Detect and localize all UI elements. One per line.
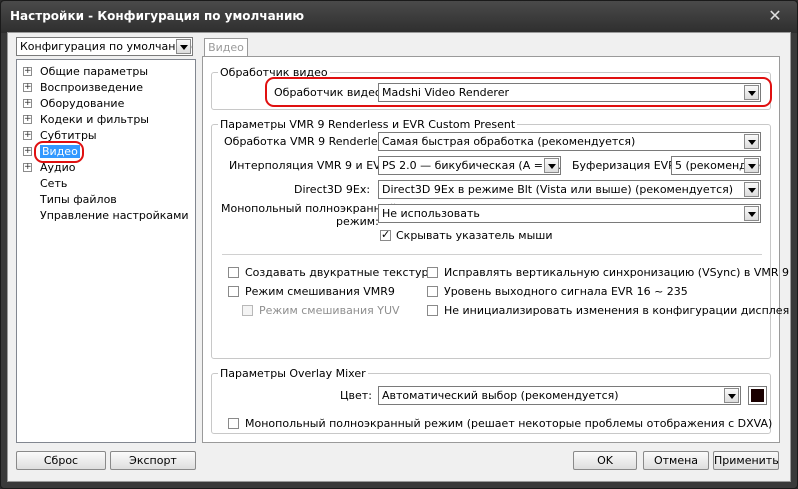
color-swatch-icon — [751, 389, 764, 402]
vmr-evr-group: Параметры VMR 9 Renderless и EVR Custom … — [211, 118, 789, 359]
color-swatch-button[interactable] — [748, 386, 767, 405]
expand-icon[interactable]: + — [23, 163, 32, 172]
double-textures-label: Создавать двукратные текстуры — [245, 266, 438, 279]
d3d-label: Direct3D 9Ex: — [294, 183, 371, 196]
fullscreen-select[interactable]: Не использовать — [378, 204, 761, 223]
tree-item-label: Управление настройками — [40, 209, 189, 222]
group-title: Параметры VMR 9 Renderless и EVR Custom … — [218, 118, 518, 131]
color-select-value: Автоматический выбор (рекомендуется) — [382, 389, 619, 402]
fullscreen-label: Монопольный полноэкранный — [221, 202, 397, 215]
chevron-down-icon[interactable] — [744, 158, 759, 173]
vsync-checkbox[interactable] — [427, 267, 438, 278]
chevron-down-icon[interactable] — [544, 158, 559, 173]
chevron-down-icon[interactable] — [744, 206, 759, 221]
reset-button[interactable]: Сброс — [16, 451, 106, 470]
vmr9-mixing-label: Режим смешивания VMR9 — [245, 285, 395, 298]
hide-cursor-label: Скрывать указатель мыши — [396, 229, 553, 242]
config-select-value: Конфигурация по умолчанию — [20, 40, 192, 53]
settings-tree: + Общие параметры + Воспроизведение + Об… — [16, 59, 196, 443]
tree-item-label: Сеть — [40, 177, 68, 190]
interpolation-select[interactable]: PS 2.0 — бикубическая (A = -0.7 — [378, 156, 561, 175]
window-title: Настройки - Конфигурация по умолчанию — [10, 9, 305, 23]
title-bar: Настройки - Конфигурация по умолчанию ✕ — [1, 1, 797, 33]
evr-buffer-select[interactable]: 5 (рекомендуется) — [671, 156, 761, 175]
apply-button[interactable]: Применить — [713, 451, 779, 470]
processing-label: Обработка VMR 9 Renderless: — [224, 135, 393, 148]
tree-item-label: Воспроизведение — [40, 81, 143, 94]
tree-item-label: Оборудование — [40, 97, 125, 110]
fullscreen-select-value: Не использовать — [382, 207, 480, 220]
tree-item-label: Типы файлов — [40, 193, 117, 206]
renderer-group: Обработчик видео Обработчик видео: Madsh… — [211, 66, 772, 110]
d3d-select-value: Direct3D 9Ex в режиме Blt (Vista или выш… — [382, 183, 734, 196]
video-settings-panel: Обработчик видео Обработчик видео: Madsh… — [202, 56, 789, 443]
expand-icon[interactable]: + — [23, 115, 32, 124]
expand-icon[interactable]: + — [23, 67, 32, 76]
tab-video[interactable]: Видео — [204, 38, 248, 57]
color-label: Цвет: — [340, 389, 372, 402]
highlight-renderer — [265, 77, 772, 107]
vmr9-mixing-checkbox[interactable] — [228, 286, 239, 297]
group-title: Параметры Overlay Mixer — [218, 367, 368, 380]
d3d-select[interactable]: Direct3D 9Ex в режиме Blt (Vista или выш… — [378, 180, 761, 199]
overlay-exclusive-label: Монопольный полноэкранный режим (решает … — [245, 417, 773, 430]
expand-icon[interactable]: + — [23, 99, 32, 108]
no-display-init-checkbox[interactable] — [427, 305, 438, 316]
evr-level-label: Уровень выходного сигнала EVR 16 ~ 235 — [444, 285, 688, 298]
chevron-down-icon[interactable] — [744, 134, 759, 149]
processing-select-value: Самая быстрая обработка (рекомендуется) — [382, 135, 636, 148]
color-select[interactable]: Автоматический выбор (рекомендуется) — [378, 386, 741, 405]
expand-icon[interactable]: + — [23, 147, 32, 156]
expand-icon[interactable]: + — [23, 83, 32, 92]
settings-window: Настройки - Конфигурация по умолчанию ✕ … — [0, 0, 798, 489]
tree-item-label: Кодеки и фильтры — [40, 113, 149, 126]
divider — [222, 254, 762, 255]
export-button[interactable]: Экспорт — [110, 451, 196, 470]
processing-select[interactable]: Самая быстрая обработка (рекомендуется) — [378, 132, 761, 151]
close-button[interactable]: ✕ — [764, 7, 786, 25]
vsync-label: Исправлять вертикальную синхронизацию (V… — [444, 266, 790, 279]
interpolation-select-value: PS 2.0 — бикубическая (A = -0.7 — [382, 159, 561, 172]
hide-cursor-checkbox[interactable] — [380, 228, 391, 241]
yuv-mixing-checkbox[interactable] — [242, 305, 253, 316]
ok-button[interactable]: OK — [573, 451, 637, 470]
double-textures-checkbox[interactable] — [228, 267, 239, 278]
yuv-mixing-label: Режим смешивания YUV — [259, 304, 400, 317]
cancel-button[interactable]: Отмена — [643, 451, 709, 470]
chevron-down-icon[interactable] — [176, 39, 191, 54]
expand-icon[interactable]: + — [23, 131, 32, 140]
evr-level-checkbox[interactable] — [427, 286, 438, 297]
chevron-down-icon[interactable] — [724, 388, 739, 403]
chevron-down-icon[interactable] — [744, 182, 759, 197]
evr-buffer-label: Буферизация EVR: — [572, 159, 680, 172]
interpolation-label: Интерполяция VMR 9 и EVR: — [229, 159, 392, 172]
tree-item-label: Общие параметры — [40, 65, 149, 78]
overlay-exclusive-checkbox[interactable] — [228, 418, 239, 429]
overlay-mixer-group: Параметры Overlay Mixer Цвет: Автоматиче… — [211, 367, 773, 434]
highlight-video-item — [34, 141, 84, 163]
dialog-body: Конфигурация по умолчанию + Общие параме… — [7, 32, 791, 482]
fullscreen-label-continued: режим: — [336, 215, 379, 228]
config-select[interactable]: Конфигурация по умолчанию — [16, 37, 193, 56]
no-display-init-label: Не инициализировать изменения в конфигур… — [444, 304, 790, 317]
